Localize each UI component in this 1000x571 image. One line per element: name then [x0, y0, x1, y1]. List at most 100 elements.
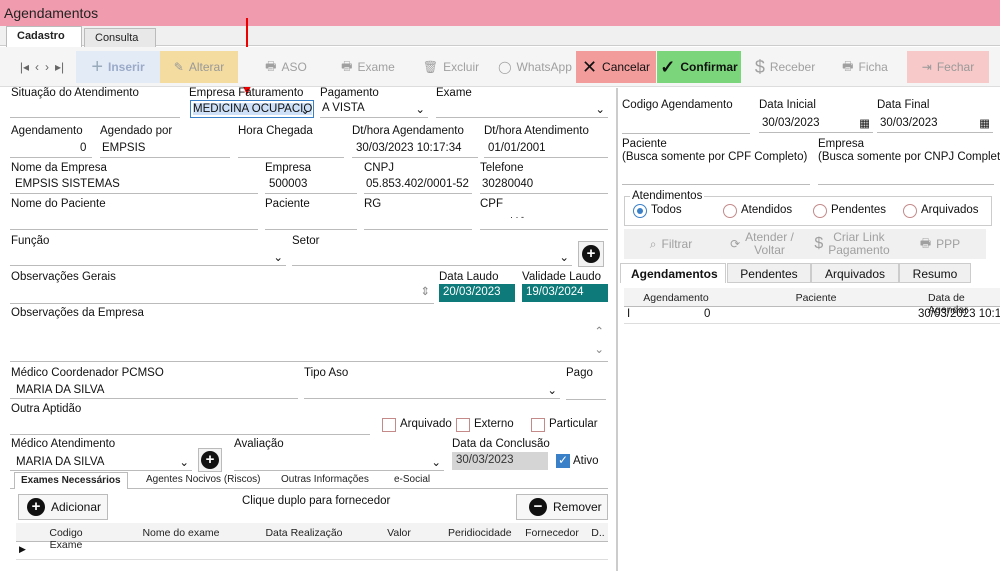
exame-button[interactable]: 🖶 Exame — [336, 51, 400, 83]
telefone-value[interactable]: 30280040 — [482, 178, 533, 190]
validade-laudo-field[interactable]: 19/03/2024 — [522, 284, 608, 302]
agendado-por-value[interactable]: EMPSIS — [102, 142, 145, 154]
col-data-realizacao[interactable]: Data Realização — [262, 527, 346, 539]
cancelar-button[interactable]: ✕ Cancelar — [576, 51, 656, 83]
empresa-search-label: Empresa — [818, 138, 865, 150]
cpf-value[interactable]: · · - — [510, 212, 524, 222]
radio-todos[interactable] — [633, 204, 647, 218]
externo-checkbox[interactable] — [456, 418, 470, 432]
right-tab-resumo[interactable]: Resumo — [899, 263, 971, 283]
data-final-field[interactable]: 30/03/2023 ▦ — [877, 114, 993, 133]
right-tab-pendentes[interactable]: Pendentes — [727, 263, 811, 283]
next-record-icon[interactable]: › — [45, 60, 49, 74]
dt-atendimento-value[interactable]: 01/01/2001 — [488, 142, 546, 154]
remover-button[interactable]: − Remover — [516, 494, 608, 520]
validade-laudo-label: Validade Laudo — [522, 271, 602, 283]
first-record-icon[interactable]: |◂ — [20, 60, 29, 74]
scroll-down-icon[interactable]: ⌄ — [594, 342, 604, 356]
col-paciente[interactable]: Paciente — [716, 292, 916, 304]
exit-icon: ⇥ — [921, 60, 932, 74]
pagamento-select[interactable]: A VISTA ⌄ — [320, 100, 428, 118]
obs-gerais-field[interactable]: ⇕ — [10, 284, 434, 304]
situacao-label: Situação do Atendimento — [11, 87, 139, 99]
empresa-faturamento-select[interactable]: MEDICINA OCUPACIO ⌄ — [190, 100, 314, 118]
cnpj-value[interactable]: 05.853.402/0001-52 — [366, 178, 469, 190]
printer-icon: 🖶 — [341, 58, 353, 73]
adicionar-button[interactable]: + Adicionar — [18, 494, 108, 520]
col-d[interactable]: D.. — [590, 527, 606, 539]
ppp-button[interactable]: 🖶 PPP — [912, 231, 968, 257]
tab-consulta[interactable]: Consulta — [84, 28, 156, 47]
dt-atendimento-label: Dt/hora Atendimento — [484, 125, 589, 137]
col-fornecedor[interactable]: Fornecedor — [516, 527, 588, 539]
subtab-agentes[interactable]: Agentes Nocivos (Riscos) — [140, 472, 266, 489]
agendamento-value: 0 — [80, 142, 87, 154]
alterar-button[interactable]: ✎ Alterar — [160, 51, 238, 83]
setor-label: Setor — [292, 235, 320, 247]
atender-voltar-button[interactable]: ⟳ Atender / Voltar — [722, 231, 802, 257]
right-tab-arquivados[interactable]: Arquivados — [811, 263, 899, 283]
edit-wand-icon: ✎ — [173, 60, 184, 74]
data-conclusao-label: Data da Conclusão — [452, 438, 550, 450]
avaliacao-select[interactable]: ⌄ — [234, 452, 444, 471]
spin-updown-icon[interactable]: ⇕ — [420, 284, 430, 298]
fechar-button[interactable]: ⇥ Fechar — [907, 51, 989, 83]
right-tab-agendamentos[interactable]: Agendamentos — [620, 263, 726, 283]
add-medico-button[interactable]: + — [198, 448, 222, 472]
calendar-icon[interactable]: ▦ — [979, 116, 990, 130]
col-valor[interactable]: Valor — [352, 527, 446, 539]
subtab-outras[interactable]: Outras Informações — [275, 472, 375, 489]
obs-empresa-field[interactable]: ⌃ ⌄ — [10, 320, 608, 362]
chevron-down-icon: ⌄ — [415, 104, 425, 116]
radio-arquivados[interactable] — [903, 204, 917, 218]
tab-cadastro[interactable]: Cadastro — [6, 26, 82, 47]
confirmar-button[interactable]: ✓ Confirmar — [657, 51, 741, 83]
medico-coord-select[interactable]: MARIA DA SILVA — [10, 380, 298, 399]
setor-select[interactable]: ⌄ — [292, 248, 572, 266]
title-bar: Agendamentos — [0, 0, 1000, 26]
whatsapp-button[interactable]: ◯ WhatsApp — [496, 51, 574, 83]
empresa-value[interactable]: 500003 — [269, 178, 307, 190]
excluir-button[interactable]: 🗑 Excluir — [420, 51, 482, 83]
exame-select[interactable]: ⌄ — [436, 100, 608, 118]
last-record-icon[interactable]: ▸| — [55, 60, 64, 74]
dt-agendamento-label: Dt/hora Agendamento — [352, 125, 464, 137]
radio-pendentes[interactable] — [813, 204, 827, 218]
nome-empresa-value[interactable]: EMPSIS SISTEMAS — [15, 178, 120, 190]
chevron-down-icon: ⌄ — [547, 385, 557, 397]
aso-button[interactable]: 🖶 ASO — [258, 51, 314, 83]
plus-circle-icon: + — [582, 245, 600, 263]
ficha-button[interactable]: 🖶 Ficha — [836, 51, 894, 83]
particular-checkbox[interactable] — [531, 418, 545, 432]
filtrar-button[interactable]: ⌕ Filtrar — [640, 231, 702, 257]
data-laudo-field[interactable]: 20/03/2023 — [439, 284, 515, 302]
add-setor-button[interactable]: + — [578, 241, 604, 267]
col-agendamento[interactable]: Agendamento — [638, 292, 714, 304]
ativo-checkbox[interactable]: ✓ — [556, 453, 570, 468]
inserir-button[interactable]: + Inserir — [76, 51, 160, 83]
arquivado-checkbox[interactable] — [382, 418, 396, 432]
medico-atendimento-select[interactable]: MARIA DA SILVA ⌄ — [10, 452, 192, 471]
subtab-esocial[interactable]: e-Social — [388, 472, 436, 489]
prev-record-icon[interactable]: ‹ — [35, 60, 39, 74]
data-laudo-label: Data Laudo — [439, 271, 499, 283]
col-peridiocidade[interactable]: Peridiocidade — [448, 527, 512, 539]
data-conclusao-field[interactable]: 30/03/2023 — [452, 452, 548, 470]
funcao-select[interactable]: ⌄ — [10, 248, 286, 266]
col-nome-exame[interactable]: Nome do exame — [106, 527, 256, 539]
receber-button[interactable]: $ Receber — [750, 51, 820, 83]
tipo-aso-select[interactable]: ⌄ — [304, 380, 560, 399]
agendamento-row[interactable]: I 0 30/03/2023 10:1 — [624, 307, 1000, 324]
radio-atendidos[interactable] — [723, 204, 737, 218]
criar-link-pagamento-button[interactable]: $ Criar Link Pagamento — [810, 231, 894, 257]
x-icon: ✕ — [581, 56, 598, 77]
exames-grid-row[interactable]: ▶ — [16, 542, 608, 560]
dt-agendamento-value[interactable]: 30/03/2023 10:17:34 — [356, 142, 462, 154]
main-tabs: Cadastro Consulta — [0, 26, 1000, 47]
cpf-label: CPF — [480, 198, 503, 210]
calendar-icon[interactable]: ▦ — [859, 116, 870, 130]
subtab-exames[interactable]: Exames Necessários — [14, 472, 128, 489]
scroll-up-icon[interactable]: ⌃ — [594, 324, 604, 338]
record-navigator[interactable]: |◂ ‹ › ▸| — [8, 51, 76, 83]
data-inicial-field[interactable]: 30/03/2023 ▦ — [759, 114, 873, 133]
